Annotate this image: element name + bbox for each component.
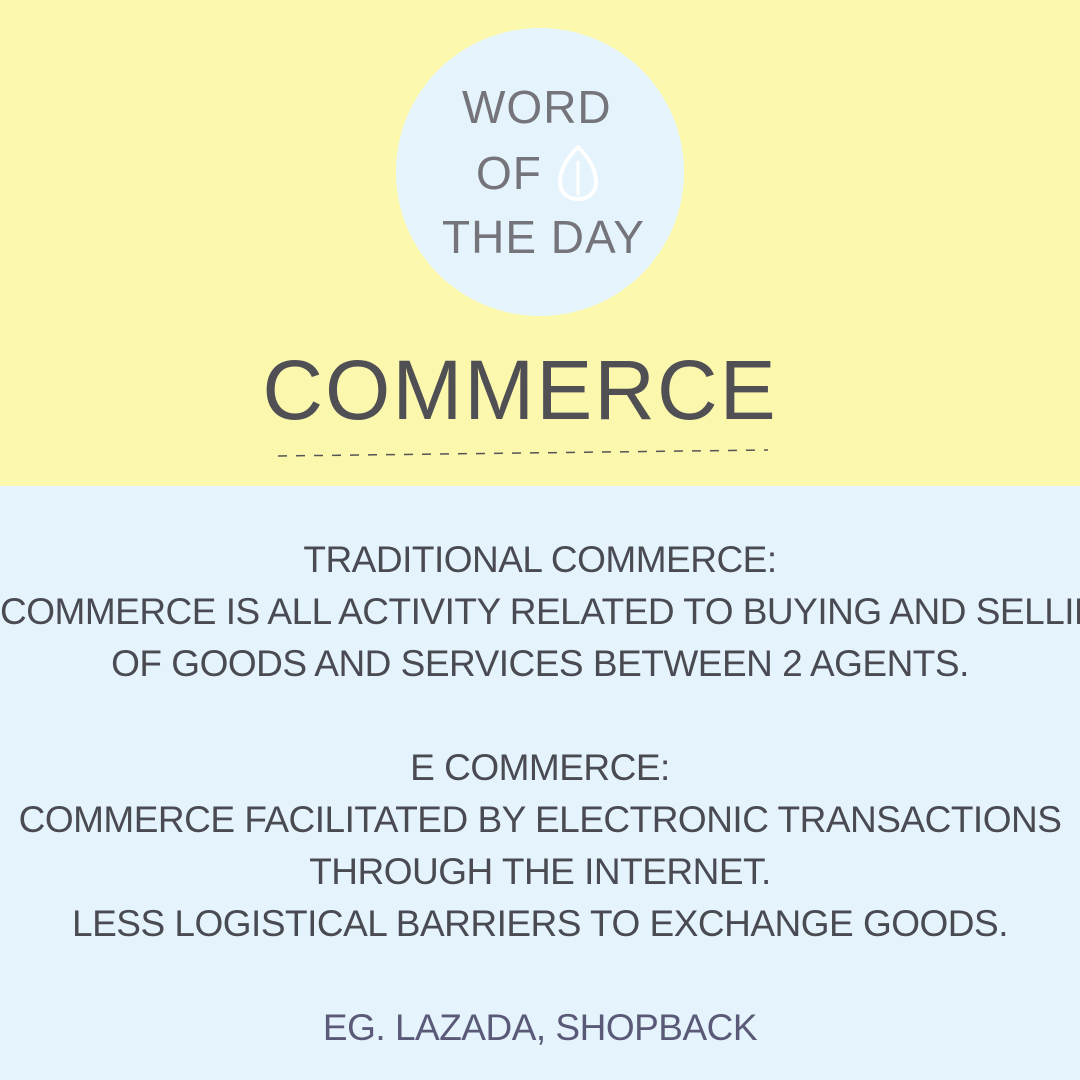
badge-line-word: WORD (462, 81, 612, 133)
badge-line-the-day: THE DAY (442, 211, 645, 263)
badge-line-of: OF (476, 147, 542, 199)
traditional-commerce-section: TRADITIONAL COMMERCE: COMMERCE IS ALL AC… (0, 534, 1080, 690)
ecommerce-line: COMMERCE FACILITATED BY ELECTRONIC TRANS… (18, 799, 1062, 840)
word-title: COMMERCE (262, 343, 778, 437)
ecommerce-heading: E COMMERCE: (410, 747, 670, 788)
ecommerce-section: E COMMERCE: COMMERCE FACILITATED BY ELEC… (0, 742, 1080, 1054)
ecommerce-example: EG. LAZADA, SHOPBACK (322, 1007, 758, 1048)
seed-icon (558, 145, 598, 201)
ecommerce-line: THROUGH THE INTERNET. (309, 851, 771, 892)
traditional-heading: TRADITIONAL COMMERCE: (303, 539, 777, 580)
traditional-line: COMMERCE IS ALL ACTIVITY RELATED TO BUYI… (0, 591, 1080, 632)
traditional-line: OF GOODS AND SERVICES BETWEEN 2 AGENTS. (111, 643, 969, 684)
dashed-divider (278, 449, 768, 457)
ecommerce-line: LESS LOGISTICAL BARRIERS TO EXCHANGE GOO… (72, 903, 1008, 944)
